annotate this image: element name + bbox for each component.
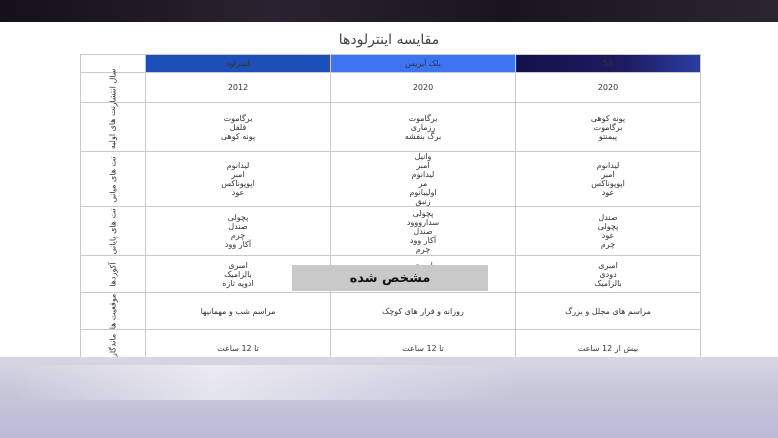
cell-text: عود [231,188,245,197]
cell-text: فلفل [229,122,247,132]
comparison-table: 53 بلک آیریس اینترلود 2020 2020 2012 سال ان… [80,54,701,367]
cell-text: اولیبانوم [409,188,437,197]
cell-text: صندل [228,222,248,231]
cell-text: بیش از 12 ساعت [577,343,639,353]
cell-text: پچولی [227,213,249,222]
table-cell: صندل پچولی عود چرم [515,206,701,256]
row-header-label: آکوردها [108,261,118,287]
row-header: سال انتشار [80,69,146,106]
table-cell: پونه کوهی برگاموت پیمنتو [515,102,701,152]
cell-text: چرم [600,240,616,249]
cell-text: امبر [601,170,615,179]
row-header: نت های اولیه [80,102,146,152]
cell-text: عود [601,231,615,240]
cell-text: صندل [598,213,618,222]
cell-text: آکار وود [224,240,252,249]
cell-text: تا 12 ساعت [217,343,259,353]
cell-text: امبر [416,161,430,170]
row-header: نت های میانی [80,151,146,207]
cell-text: لیدانوم [596,161,620,170]
cell-text: صندل [413,226,433,236]
cell-text: امبر [231,170,245,179]
cell-text: 2020 [597,83,619,92]
cell-text: مر [418,179,428,188]
cell-text: برگاموت [223,113,253,123]
bottom-background-photo [0,357,778,438]
table-cell: لیدانوم امبر اپوپوناکس عود [145,151,331,207]
cell-text: امبری [598,260,618,270]
cell-text: دودی [599,269,617,279]
cell-text: عود [601,188,615,197]
row-header-label: موقعیت ها [108,293,118,329]
row-header: آکوردها [80,255,146,293]
table-cell: امبری دودی بالزامیک [515,255,701,293]
table-row: صندل پچولی عود چرم پچولی سدارووود صندل آکار وود… [80,206,701,256]
cell-text: لیدانوم [411,170,435,179]
table-cell: پچولی صندل چرم آکار وود [145,206,331,256]
table-cell: برگاموت رزماری برگ بنفشه [330,102,516,152]
table-row: 2020 2020 2012 سال انتشار [80,69,701,106]
table-row: پونه کوهی برگاموت پیمنتو برگاموت رزماری برگ ب… [80,102,701,152]
table-row: لیدانوم امبر اپوپوناکس عود وانیل امبر لیدانوم م… [80,151,701,207]
table-cell: لیدانوم امبر اپوپوناکس عود [515,151,701,207]
cell-text: پچولی [597,222,619,231]
cell-text: اپوپوناکس [591,179,625,188]
table-row: مراسم های مجلل و بزرگ روزانه و قرار های ک… [80,292,701,330]
comparison-document: مقایسه اینترلودها 53 بلک آیریس اینترلود … [0,22,778,367]
cell-text: پچولی [412,208,434,218]
row-header-label: نت های اولیه [108,105,118,149]
table-cell: وانیل امبر لیدانوم مر اولیبانوم زنبق [330,151,516,207]
cell-text: برگ بنفشه [404,131,442,141]
cell-text: تا 12 ساعت [402,343,444,353]
cell-text: برگاموت [408,113,438,123]
table-cell: پچولی سدارووود صندل آکار وود چرم [330,206,516,256]
cell-text: چرم [230,231,246,240]
table-cell: برگاموت فلفل پونه کوهی [145,102,331,152]
cell-text: رزماری [410,122,436,132]
cell-text: پونه کوهی [590,113,626,123]
table-cell: روزانه و قرار های کوچک [330,292,516,330]
cell-text: پونه کوهی [220,131,256,141]
column-header-53: 53 [515,54,701,73]
cell-text: وانیل [414,152,432,161]
table-cell: 2012 [145,72,331,103]
row-header-label: سال انتشار [108,68,118,107]
cell-text: مراسم شب و مهمانیها [200,306,276,316]
cell-text: زنبق [415,197,431,206]
identified-badge: مشخص شده [292,265,488,291]
cell-text: سدارووود [406,217,440,227]
top-background-band [0,0,778,22]
cell-text: 2020 [412,83,434,92]
cell-text: روزانه و قرار های کوچک [382,306,464,316]
row-header: نت های پایانی [80,206,146,256]
page-title: مقایسه اینترلودها [338,32,440,48]
cell-text: آکار وود [409,235,437,245]
cell-text: چرم [415,244,431,254]
cell-text: برگاموت [593,122,623,132]
cell-text: 2012 [227,83,249,92]
cell-text: مراسم های مجلل و بزرگ [565,306,651,316]
table-cell: مراسم شب و مهمانیها [145,292,331,330]
row-header: موقعیت ها [80,292,146,330]
column-header-interlude: اینترلود [145,54,331,73]
cell-text: اپوپوناکس [221,179,255,188]
table-cell: 2020 [515,72,701,103]
cell-text: پیمنتو [598,131,618,141]
table-cell: 2020 [330,72,516,103]
row-header-label: نت های میانی [108,155,118,203]
cell-text: لیدانوم [226,161,250,170]
column-header-black-iris: بلک آیریس [330,54,516,73]
row-header-label: نت های پایانی [108,207,118,255]
table-header-row: 53 بلک آیریس اینترلود [80,54,701,73]
table-cell: مراسم های مجلل و بزرگ [515,292,701,330]
cell-text: بالزامیک [594,278,622,288]
